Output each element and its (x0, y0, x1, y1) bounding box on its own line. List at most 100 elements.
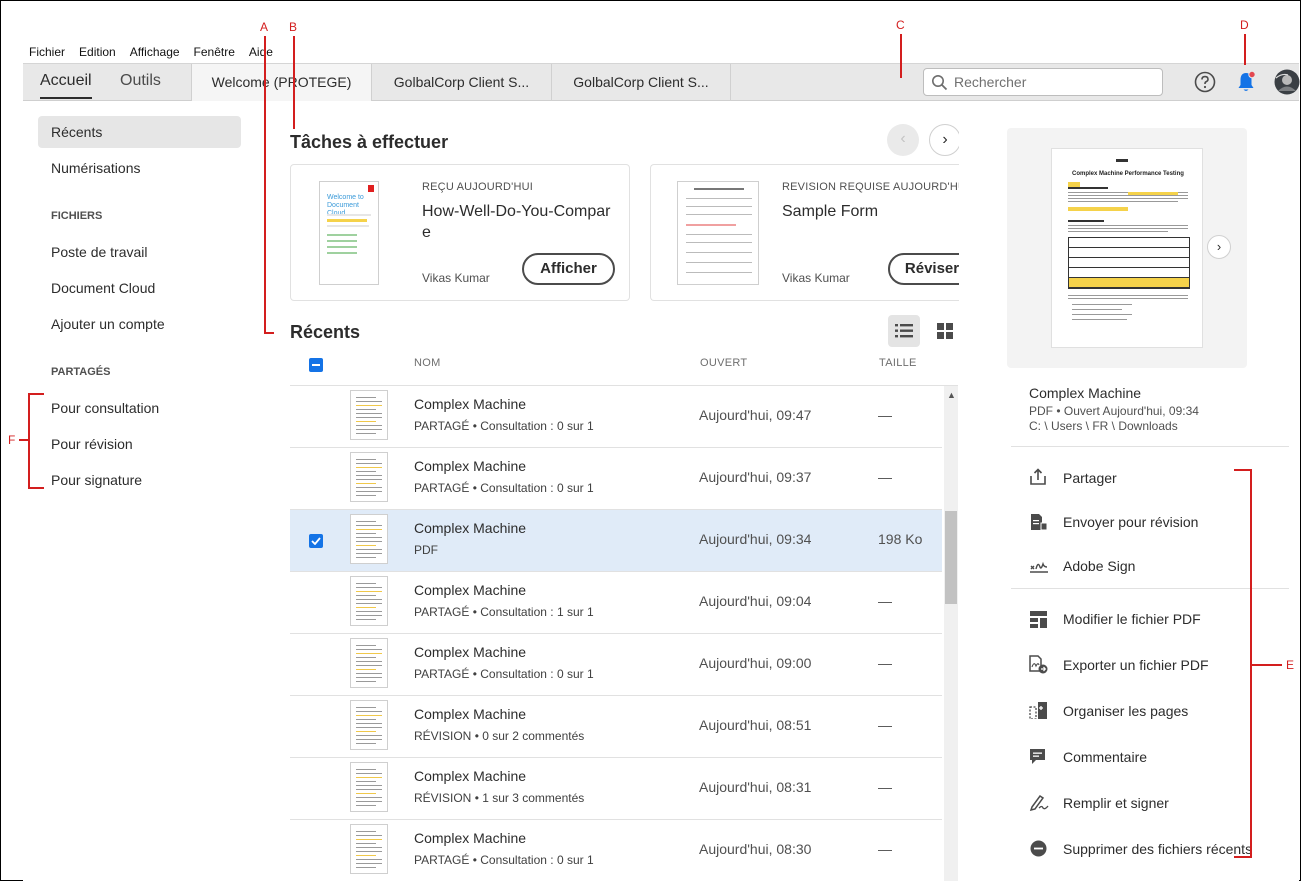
thumbnail-line (356, 425, 382, 426)
action-label: Organiser les pages (1063, 703, 1189, 719)
table-row[interactable]: Complex Machine PARTAGÉ • Consultation :… (290, 820, 942, 881)
thumbnail-line (356, 711, 382, 712)
thumbnail-line (356, 681, 376, 682)
menu-fichier[interactable]: Fichier (22, 45, 72, 59)
file-size: — (878, 655, 892, 671)
search-input[interactable] (954, 73, 1154, 91)
afficher-button[interactable]: Afficher (522, 253, 615, 285)
nav-pour-consultation[interactable]: Pour consultation (38, 392, 241, 424)
document-tab[interactable]: Welcome (PROTEGE) (191, 64, 371, 101)
thumbnail-line (356, 735, 382, 736)
thumbnail-line (356, 607, 376, 608)
file-thumbnail (350, 452, 388, 502)
column-header-nom[interactable]: NOM (414, 357, 441, 369)
file-meta: PARTAGÉ • Consultation : 0 sur 1 (414, 481, 594, 495)
document-tab[interactable]: GolbalCorp Client S... (371, 64, 551, 101)
file-meta: PARTAGÉ • Consultation : 1 sur 1 (414, 605, 594, 619)
list-view-button[interactable] (888, 315, 920, 347)
menu-affichage[interactable]: Affichage (123, 45, 187, 59)
menu-edition[interactable]: Edition (72, 45, 123, 59)
thumbnail-line (356, 599, 382, 600)
task-card-thumbnail: Welcome to Document Cloud (319, 181, 379, 285)
divider (1011, 588, 1289, 589)
table-row[interactable]: Complex Machine RÉVISION • 1 sur 3 comme… (290, 758, 942, 820)
file-opened: Aujourd'hui, 08:51 (699, 717, 812, 733)
avatar[interactable] (1274, 69, 1300, 95)
action-label: Modifier le fichier PDF (1063, 611, 1201, 627)
column-header-ouvert[interactable]: OUVERT (700, 357, 747, 369)
file-opened: Aujourd'hui, 09:34 (699, 531, 812, 547)
scroll-up-arrow-icon[interactable]: ▲ (947, 390, 956, 400)
carousel-prev-button[interactable]: ‹ (887, 124, 919, 156)
thumbnail-line (356, 669, 376, 670)
task-card[interactable]: REVISION REQUISE AUJOURD'HUI Sample Form… (650, 164, 959, 301)
table-row[interactable]: Complex Machine RÉVISION • 0 sur 2 comme… (290, 696, 942, 758)
recent-heading: Récents (290, 322, 361, 342)
nav-recents[interactable]: Récents (38, 116, 241, 148)
file-name: Complex Machine (414, 582, 527, 598)
table-row[interactable]: Complex Machine PARTAGÉ • Consultation :… (290, 386, 942, 448)
tab-outils[interactable]: Outils (120, 72, 161, 90)
thumbnail-line (356, 591, 382, 592)
grid-view-icon (937, 323, 953, 339)
thumbnail-line (356, 723, 382, 724)
file-opened: Aujourd'hui, 09:00 (699, 655, 812, 671)
nav-poste-de-travail[interactable]: Poste de travail (38, 236, 241, 268)
file-thumbnail (350, 638, 388, 688)
file-size: — (878, 717, 892, 733)
thumbnail-line (356, 467, 382, 468)
file-thumbnail (350, 514, 388, 564)
center-pane: Tâches à effectuer ‹ › Welcome to Docume… (269, 101, 962, 881)
file-meta: PARTAGÉ • Consultation : 0 sur 1 (414, 419, 594, 433)
scrollbar-thumb[interactable] (945, 511, 957, 604)
thumbnail-line (356, 483, 376, 484)
file-name: Complex Machine (414, 830, 527, 846)
file-name: Complex Machine (414, 644, 527, 660)
select-all-checkbox[interactable] (309, 358, 323, 372)
grid-view-button[interactable] (930, 315, 962, 347)
thumbnail-line (356, 487, 382, 488)
scrollbar[interactable]: ▲ (944, 386, 958, 881)
nav-document-cloud[interactable]: Document Cloud (38, 272, 241, 304)
menu-fenetre[interactable]: Fenêtre (187, 45, 242, 59)
thumbnail-line (356, 401, 382, 402)
table-row-selected[interactable]: Complex Machine PDF Aujourd'hui, 09:34 1… (290, 510, 942, 572)
search-box[interactable] (923, 68, 1163, 96)
nav-pour-revision[interactable]: Pour révision (38, 428, 241, 460)
file-opened: Aujourd'hui, 09:47 (699, 407, 812, 423)
file-meta: RÉVISION • 0 sur 2 commentés (414, 729, 585, 743)
reviser-button[interactable]: Réviser (888, 253, 959, 285)
notification-bell-icon[interactable] (1235, 70, 1257, 94)
table-row[interactable]: Complex Machine PARTAGÉ • Consultation :… (290, 448, 942, 510)
nav-ajouter-un-compte[interactable]: Ajouter un compte (38, 308, 241, 340)
thumbnail-line (356, 587, 382, 588)
nav-numerisations[interactable]: Numérisations (38, 152, 241, 184)
action-label: Supprimer des fichiers récents (1063, 841, 1253, 857)
preview-next-button[interactable]: › (1207, 235, 1231, 259)
thumbnail-line (356, 413, 382, 414)
task-card[interactable]: Welcome to Document Cloud REÇU AUJOURD'H… (290, 164, 630, 301)
file-meta: PDF (414, 543, 438, 557)
thumbnail-line (356, 479, 382, 480)
thumbnail-line (356, 769, 376, 770)
task-card-title: Sample Form (782, 203, 879, 220)
carousel-next-button[interactable]: › (929, 124, 961, 156)
row-checkbox[interactable] (309, 534, 323, 548)
thumbnail-line (356, 653, 382, 654)
thumbnail-line (356, 541, 382, 542)
table-row[interactable]: Complex Machine PARTAGÉ • Consultation :… (290, 634, 942, 696)
export-pdf-icon (1029, 655, 1048, 674)
thumbnail-line (356, 545, 376, 546)
column-header-taille[interactable]: TAILLE (879, 357, 917, 369)
nav-pour-signature[interactable]: Pour signature (38, 464, 241, 496)
file-name: Complex Machine (414, 768, 527, 784)
tab-accueil[interactable]: Accueil (40, 72, 92, 99)
file-opened: Aujourd'hui, 08:31 (699, 779, 812, 795)
menu-aide[interactable]: Aide (242, 45, 280, 59)
table-row[interactable]: Complex Machine PARTAGÉ • Consultation :… (290, 572, 942, 634)
help-icon[interactable] (1194, 71, 1216, 93)
file-opened: Aujourd'hui, 09:37 (699, 469, 812, 485)
document-tab[interactable]: GolbalCorp Client S... (551, 64, 731, 101)
thumbnail-line (356, 471, 376, 472)
task-card-title: How-Well-Do-You-Compare (422, 203, 611, 241)
